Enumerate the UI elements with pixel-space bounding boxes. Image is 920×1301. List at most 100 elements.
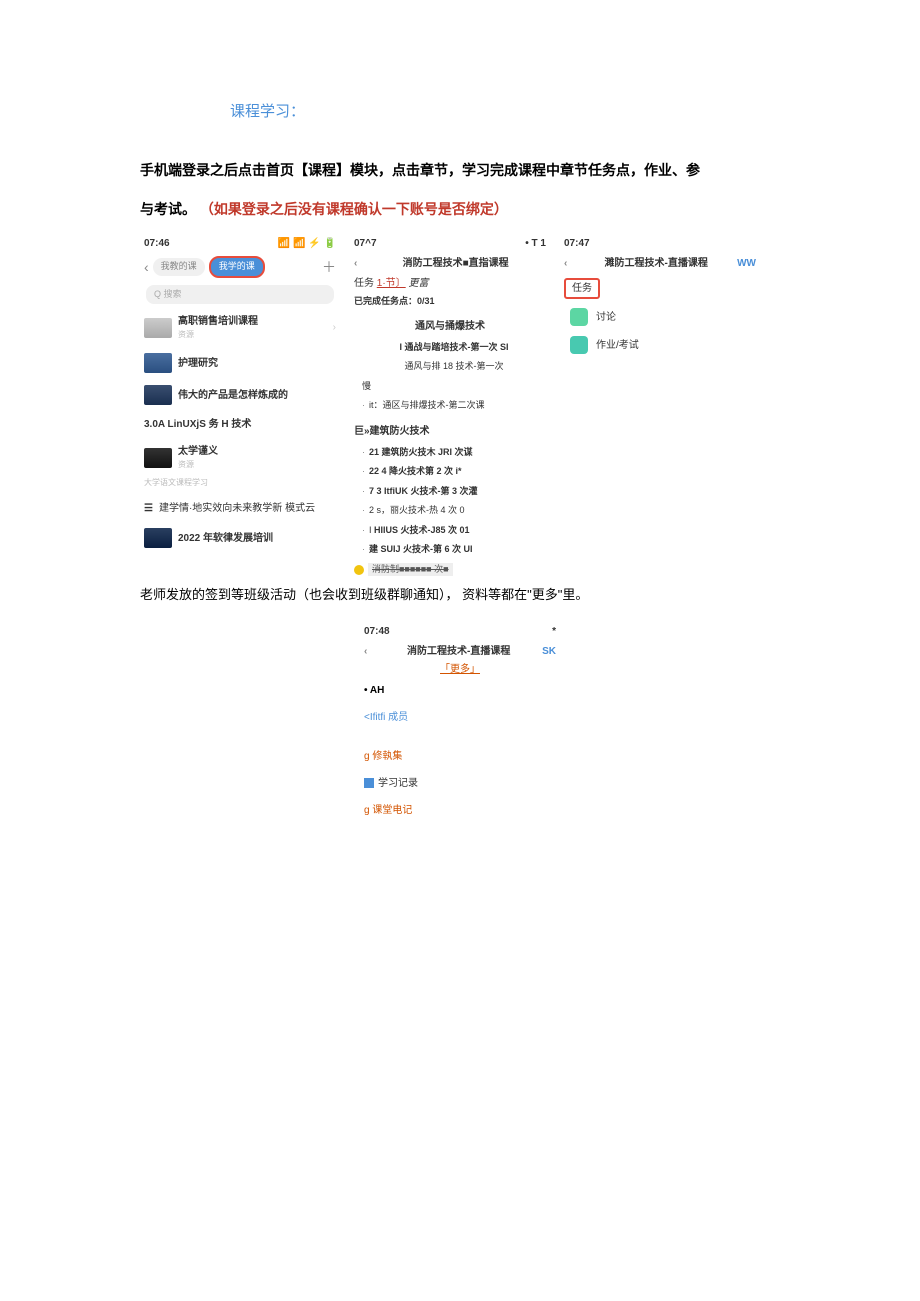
course-title: 高职销售培训课程	[178, 314, 327, 329]
menu-icon: ☰	[144, 501, 153, 516]
task-button[interactable]: 任务	[564, 278, 600, 299]
chapter-item[interactable]: ·I HIlUS 火技术-J85 次 01	[350, 521, 550, 541]
course-thumb	[144, 528, 172, 548]
chapter-slow: 慢	[350, 377, 550, 397]
feature-homework[interactable]: 作业/考试	[560, 331, 760, 359]
task-row: 任务 1·节〕 更富	[350, 274, 550, 293]
back-icon[interactable]: ‹	[564, 256, 567, 271]
course-item-6[interactable]: 2022 年软律发展培训	[140, 522, 340, 554]
course-item-5[interactable]: 太学谨义 资源	[140, 438, 340, 477]
chapter-item[interactable]: ·it：通区与排爆技术-第二次课	[350, 396, 550, 416]
chapter-item[interactable]: ·建 SUIJ 火技术-第 6 次 UI	[350, 540, 550, 560]
course-sub: 资源	[178, 459, 218, 471]
screenshot-4-wrap: 07:48 * ‹ 消防工程技术-直播课程 SK 「更多」 • AH <Ifit…	[140, 622, 780, 824]
status-bar: 07:46 📶 📶 ⚡ 🔋	[140, 234, 340, 253]
course-title: 伟大的产品是怎样炼成的	[178, 388, 288, 403]
course-item-4[interactable]: 3.0A LinUXjS 务 H 技术	[140, 411, 340, 438]
add-icon[interactable]: ＋	[322, 257, 336, 278]
chapter-heading-1: 通风与捅爆技术	[350, 315, 550, 338]
feature-discuss[interactable]: 讨论	[560, 303, 760, 331]
chapter-item[interactable]: I 通战与踏培技术-第一次 SI	[350, 338, 550, 358]
chapter-heading-2: 巨»建筑防火技术	[350, 420, 550, 443]
more-item-notes[interactable]: g 课堂电记	[360, 797, 560, 824]
chapter-item[interactable]: ·2 s，丽火技术-热 4 次 0	[350, 501, 550, 521]
more-item-label: 学习记录	[378, 778, 418, 789]
more-item-ah[interactable]: • AH	[360, 677, 560, 704]
course-title: 护理研究	[178, 356, 218, 371]
homework-icon	[570, 336, 588, 354]
task-link[interactable]: 1·节〕	[377, 278, 406, 289]
status-right: *	[552, 624, 556, 639]
more-item-collection[interactable]: g 修執集	[360, 743, 560, 770]
chapter-item[interactable]: ·22 4 降火技术第 2 次 i*	[350, 462, 550, 482]
task-label: 任务	[354, 278, 374, 289]
status-time: 07^7	[354, 236, 377, 251]
screenshot-2: 07^7 • T 1 ‹ 消防工程技术■直指课程 任务 1·节〕 更富 已完成任…	[350, 234, 550, 579]
screenshot-4: 07:48 * ‹ 消防工程技术-直播课程 SK 「更多」 • AH <Ifit…	[360, 622, 560, 824]
section-title: 课程学习：	[230, 100, 780, 121]
search-input[interactable]: Q 搜索	[146, 285, 334, 305]
header-action[interactable]: WW	[737, 256, 756, 271]
screenshot-1: 07:46 📶 📶 ⚡ 🔋 ‹ 我教的课 我学的课 ＋ Q 搜索 高职销售培训课…	[140, 234, 340, 579]
course-item-3[interactable]: 伟大的产品是怎样炼成的	[140, 379, 340, 411]
course-sub: 资源	[178, 329, 327, 341]
course-item-1[interactable]: 高职销售培训课程 资源 ›	[140, 308, 340, 347]
folder-label: 建学情·地实效向未来教学新 模式云	[159, 501, 315, 516]
more-link[interactable]: 「更多」	[360, 662, 560, 677]
task-more[interactable]: 更富	[408, 278, 428, 289]
chapter-item-struck[interactable]: 消防制■■■■■■ 次■	[350, 560, 550, 580]
course-thumb	[144, 448, 172, 468]
back-icon[interactable]: ‹	[144, 257, 149, 278]
status-time: 07:48	[364, 624, 390, 639]
progress-text: 已完成任务点：0/31	[350, 293, 550, 311]
page-title: 消防工程技术■直指课程	[365, 256, 546, 271]
course-note: 大学语文课程学习	[140, 477, 340, 495]
instruction-line2a: 与考试。	[140, 201, 196, 217]
feature-label: 作业/考试	[596, 338, 639, 353]
status-bar: 07^7 • T 1	[350, 234, 550, 253]
screenshot-row: 07:46 📶 📶 ⚡ 🔋 ‹ 我教的课 我学的课 ＋ Q 搜索 高职销售培训课…	[140, 234, 780, 579]
course-item-2[interactable]: 护理研究	[140, 347, 340, 379]
course-thumb	[144, 353, 172, 373]
top-nav: ‹ 我教的课 我学的课 ＋	[140, 253, 340, 281]
course-title: 太学谨义	[178, 444, 218, 459]
more-item-records[interactable]: 学习记录	[360, 770, 560, 797]
chapter-item[interactable]: ·21 建筑防火技木 JRI 次谋	[350, 443, 550, 463]
header: ‹ 消防工程技术-直播课程 SK	[360, 641, 560, 662]
screenshot-3: 07:47 ‹ 濉防工程技术-直播课程 WW 任务 讨论 作业/考试	[560, 234, 760, 579]
status-dot-icon	[354, 565, 364, 575]
instruction-line2: 与考试。 （如果登录之后没有课程确认一下账号是否绑定）	[140, 190, 780, 229]
instruction-warning: （如果登录之后没有课程确认一下账号是否绑定）	[200, 201, 508, 217]
status-bar: 07:47	[560, 234, 760, 253]
status-right: • T 1	[525, 236, 546, 251]
folder-item[interactable]: ☰ 建学情·地实效向未来教学新 模式云	[140, 495, 340, 522]
instruction-text: 手机端登录之后点击首页【课程】模块，点击章节，学习完成课程中章节任务点，作业、参…	[140, 151, 780, 229]
caption-text: 老师发放的签到等班级活动（也会收到班级群聊通知）， 资料等都在"更多"里。	[140, 583, 780, 606]
chapter-item[interactable]: ·7 3 ItfiUK 火技术-第 3 次灌	[350, 482, 550, 502]
tab-my-teaching[interactable]: 我教的课	[153, 258, 205, 276]
chapter-item[interactable]: 通风与排 18 技术-第一次	[350, 357, 550, 377]
header: ‹ 消防工程技术■直指课程	[350, 253, 550, 274]
record-icon	[364, 778, 374, 788]
course-thumb	[144, 385, 172, 405]
header: ‹ 濉防工程技术-直播课程 WW	[560, 253, 760, 274]
status-bar: 07:48 *	[360, 622, 560, 641]
task-button-wrap: 任务	[560, 274, 760, 303]
tab-my-learning[interactable]: 我学的课	[209, 256, 265, 278]
course-thumb	[144, 318, 172, 338]
status-time: 07:46	[144, 236, 170, 251]
page-title: 消防工程技术-直播课程	[375, 644, 542, 659]
struck-text: 消防制■■■■■■ 次■	[368, 563, 453, 577]
page-title: 濉防工程技术-直播课程	[575, 256, 737, 271]
discuss-icon	[570, 308, 588, 326]
header-action[interactable]: SK	[542, 644, 556, 659]
more-item-members[interactable]: <Ifitfi 成员	[360, 704, 560, 731]
feature-label: 讨论	[596, 310, 616, 325]
back-icon[interactable]: ‹	[364, 644, 367, 659]
course-title: 2022 年软律发展培训	[178, 531, 273, 546]
status-time: 07:47	[564, 236, 590, 251]
back-icon[interactable]: ‹	[354, 256, 357, 271]
instruction-line1: 手机端登录之后点击首页【课程】模块，点击章节，学习完成课程中章节任务点，作业、参	[140, 151, 780, 190]
status-signal: 📶 📶 ⚡ 🔋	[278, 236, 336, 251]
chevron-right-icon: ›	[333, 320, 336, 335]
